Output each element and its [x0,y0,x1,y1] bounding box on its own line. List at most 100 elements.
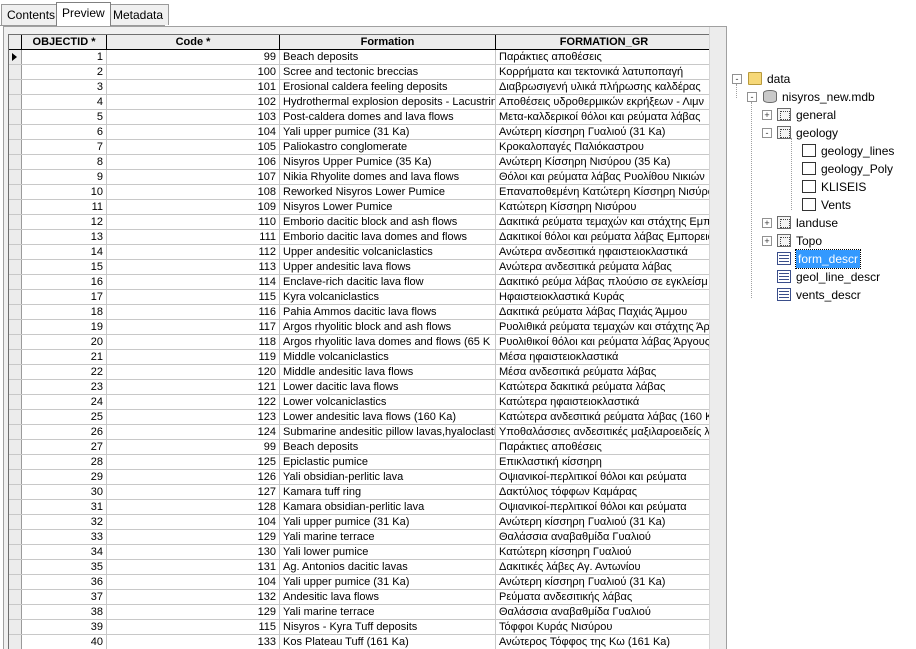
cell-objectid[interactable]: 22 [22,365,107,379]
cell-code[interactable]: 103 [107,110,280,124]
cell-objectid[interactable]: 35 [22,560,107,574]
cell-code[interactable]: 118 [107,335,280,349]
row-selector[interactable] [9,65,22,79]
cell-objectid[interactable]: 34 [22,545,107,559]
cell-formation-gr[interactable]: Ανώτερη κίσσηρη Γυαλιού (31 Ka) [496,515,713,529]
column-header-formation-gr[interactable]: FORMATION_GR [496,35,713,49]
row-selector[interactable] [9,575,22,589]
cell-formation[interactable]: Argos rhyolitic lava domes and flows (65… [280,335,496,349]
cell-formation[interactable]: Post-caldera domes and lava flows [280,110,496,124]
cell-formation[interactable]: Upper andesitic lava flows [280,260,496,274]
table-row[interactable]: 35 131 Ag. Antonios dacitic lavas Δακιτικές… [9,560,713,575]
cell-code[interactable]: 99 [107,440,280,454]
row-selector[interactable] [9,590,22,604]
table-row[interactable]: 12 110 Emborio dacitic block and ash flows… [9,215,713,230]
cell-formation-gr[interactable]: Ρυολιθικά ρεύματα τεμαχών και στάχτης Άρ [496,320,713,334]
cell-objectid[interactable]: 36 [22,575,107,589]
cell-formation-gr[interactable]: Οψιανικοί-περλιτικοί θόλοι και ρεύματα [496,470,713,484]
cell-formation-gr[interactable]: Μέσα ηφαιστειοκλαστικά [496,350,713,364]
row-selector[interactable] [9,155,22,169]
cell-code[interactable]: 126 [107,470,280,484]
table-row[interactable]: 15 113 Upper andesitic lava flows Ανώτερα α… [9,260,713,275]
cell-formation-gr[interactable]: Δακιτικοί θόλοι και ρεύματα λάβας Εμπορε… [496,230,713,244]
row-selector[interactable] [9,110,22,124]
row-selector[interactable] [9,470,22,484]
cell-formation[interactable]: Paliokastro conglomerate [280,140,496,154]
cell-formation-gr[interactable]: Θόλοι και ρεύματα λάβας Ρυολίθου Νικιών [496,170,713,184]
row-selector[interactable] [9,185,22,199]
cell-code[interactable]: 119 [107,350,280,364]
cell-formation[interactable]: Middle andesitic lava flows [280,365,496,379]
cell-formation[interactable]: Emborio dacitic block and ash flows [280,215,496,229]
cell-formation[interactable]: Nisyros - Kyra Tuff deposits [280,620,496,634]
cell-formation-gr[interactable]: Ανώτερα ανδεσιτικά ηφαιστειοκλαστικά [496,245,713,259]
cell-formation-gr[interactable]: Κατώτερα δακιτικά ρεύματα λάβας [496,380,713,394]
cell-code[interactable]: 133 [107,635,280,649]
row-selector[interactable] [9,425,22,439]
cell-objectid[interactable]: 5 [22,110,107,124]
cell-formation[interactable]: Yali obsidian-perlitic lava [280,470,496,484]
table-row[interactable]: 29 126 Yali obsidian-perlitic lava Οψιανικο… [9,470,713,485]
cell-formation-gr[interactable]: Υποθαλάσσιες ανδεσιτικές μαξιλαροειδείς … [496,425,713,439]
cell-formation[interactable]: Kamara obsidian-perlitic lava [280,500,496,514]
row-selector[interactable] [9,170,22,184]
row-selector[interactable] [9,200,22,214]
column-header-objectid[interactable]: OBJECTID * [22,35,107,49]
cell-objectid[interactable]: 3 [22,80,107,94]
row-selector[interactable] [9,125,22,139]
cell-formation-gr[interactable]: Δακτύλιος τόφφων Καμάρας [496,485,713,499]
cell-formation[interactable]: Nisyros Lower Pumice [280,200,496,214]
table-row[interactable]: 37 132 Andesitic lava flows Ρεύματα ανδεσιτ… [9,590,713,605]
row-selector[interactable] [9,335,22,349]
cell-code[interactable]: 109 [107,200,280,214]
row-selector[interactable] [9,290,22,304]
table-row[interactable]: 1 99 Beach deposits Παράκτιες αποθέσεις [9,50,713,65]
cell-objectid[interactable]: 26 [22,425,107,439]
cell-code[interactable]: 128 [107,500,280,514]
cell-code[interactable]: 99 [107,50,280,64]
cell-formation-gr[interactable]: Δακιτικά ρεύματα λάβας Παχιάς Άμμου [496,305,713,319]
cell-code[interactable]: 112 [107,245,280,259]
cell-formation[interactable]: Yali upper pumice (31 Ka) [280,125,496,139]
cell-objectid[interactable]: 37 [22,590,107,604]
cell-objectid[interactable]: 14 [22,245,107,259]
cell-formation-gr[interactable]: Κροκαλοπαγές Παλιόκαστρου [496,140,713,154]
cell-formation-gr[interactable]: Δακιτικό ρεύμα λάβας πλούσιο σε εγκλείσμ [496,275,713,289]
cell-objectid[interactable]: 17 [22,290,107,304]
table-row[interactable]: 39 115 Nisyros - Kyra Tuff deposits Τόφφοι … [9,620,713,635]
cell-formation[interactable]: Reworked Nisyros Lower Pumice [280,185,496,199]
table-row[interactable]: 18 116 Pahia Ammos dacitic lava flows Δακιτ… [9,305,713,320]
cell-formation[interactable]: Hydrothermal explosion deposits - Lacust… [280,95,496,109]
cell-objectid[interactable]: 21 [22,350,107,364]
table-row[interactable]: 10 108 Reworked Nisyros Lower Pumice Επαναπ… [9,185,713,200]
cell-formation-gr[interactable]: Θαλάσσια αναβαθμίδα Γυαλιού [496,530,713,544]
cell-objectid[interactable]: 18 [22,305,107,319]
table-row[interactable]: 27 99 Beach deposits Παράκτιες αποθέσεις [9,440,713,455]
cell-formation[interactable]: Yali upper pumice (31 Ka) [280,515,496,529]
cell-objectid[interactable]: 33 [22,530,107,544]
cell-code[interactable]: 106 [107,155,280,169]
row-selector[interactable] [9,50,22,64]
table-row[interactable]: 8 106 Nisyros Upper Pumice (35 Ka) Ανώτερη … [9,155,713,170]
table-row[interactable]: 3 101 Erosional caldera feeling deposits Δι… [9,80,713,95]
row-selector[interactable] [9,245,22,259]
cell-objectid[interactable]: 15 [22,260,107,274]
cell-formation[interactable]: Yali lower pumice [280,545,496,559]
cell-formation[interactable]: Beach deposits [280,440,496,454]
cell-formation-gr[interactable]: Ανώτερη κίσσηρη Γυαλιού (31 Ka) [496,575,713,589]
cell-formation[interactable]: Argos rhyolitic block and ash flows [280,320,496,334]
cell-code[interactable]: 127 [107,485,280,499]
cell-code[interactable]: 108 [107,185,280,199]
cell-formation-gr[interactable]: Κατώτερη κίσσηρη Γυαλιού [496,545,713,559]
cell-formation[interactable]: Submarine andesitic pillow lavas,hyalocl… [280,425,496,439]
cell-code[interactable]: 129 [107,530,280,544]
table-row[interactable]: 2 100 Scree and tectonic breccias Κορρήματα… [9,65,713,80]
cell-code[interactable]: 129 [107,605,280,619]
cell-objectid[interactable]: 8 [22,155,107,169]
row-selector[interactable] [9,275,22,289]
cell-formation[interactable]: Lower andesitic lava flows (160 Ka) [280,410,496,424]
cell-formation[interactable]: Lower volcaniclastics [280,395,496,409]
cell-formation[interactable]: Andesitic lava flows [280,590,496,604]
table-row[interactable]: 40 133 Kos Plateau Tuff (161 Ka) Ανώτερος Τ… [9,635,713,649]
cell-code[interactable]: 111 [107,230,280,244]
